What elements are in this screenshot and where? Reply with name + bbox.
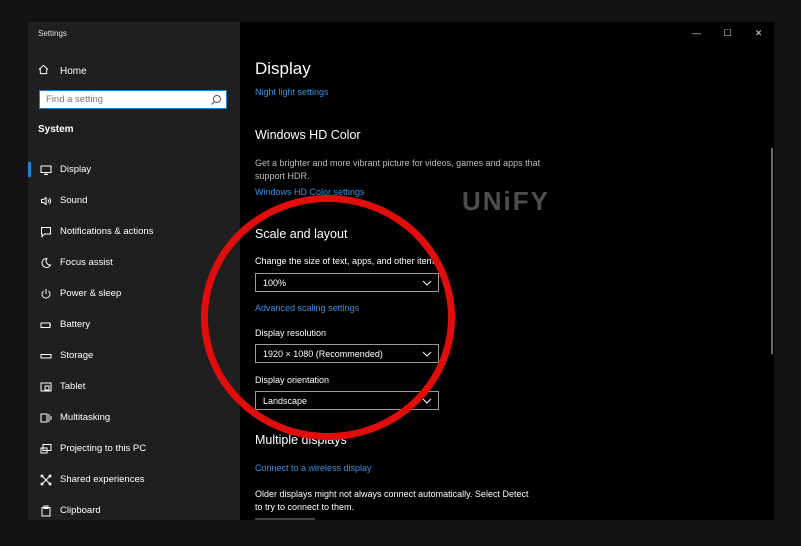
scale-label: Change the size of text, apps, and other…	[255, 256, 439, 266]
sidebar-item-sound[interactable]: Sound	[28, 185, 240, 216]
sidebar-item-label: Display	[60, 164, 92, 175]
orientation-label: Display orientation	[255, 375, 330, 385]
scale-value: 100%	[263, 277, 287, 288]
search-box[interactable]	[39, 90, 227, 109]
sidebar-item-power-sleep[interactable]: Power & sleep	[28, 278, 240, 309]
chevron-down-icon	[422, 398, 432, 404]
sidebar-item-label: Projecting to this PC	[60, 443, 147, 454]
sidebar-item-label: Clipboard	[60, 505, 101, 516]
home-label: Home	[60, 65, 87, 77]
projector-icon	[39, 442, 53, 456]
maximize-button[interactable]: ☐	[712, 22, 743, 44]
close-button[interactable]: ✕	[743, 22, 774, 44]
storage-icon	[39, 349, 53, 363]
hd-color-heading: Windows HD Color	[255, 128, 361, 142]
page-title: Display	[255, 59, 311, 78]
power-icon	[39, 287, 53, 301]
sidebar-item-storage[interactable]: Storage	[28, 340, 240, 371]
resolution-label: Display resolution	[255, 328, 327, 338]
scale-dropdown[interactable]: 100%	[255, 273, 439, 292]
sidebar-item-projecting[interactable]: Projecting to this PC	[28, 433, 240, 464]
sidebar-item-notifications[interactable]: Notifications & actions	[28, 216, 240, 247]
chevron-down-icon	[422, 351, 432, 357]
battery-icon	[39, 318, 53, 332]
multitasking-icon	[39, 411, 53, 425]
shared-icon	[39, 473, 53, 487]
window-title: Settings	[38, 29, 67, 38]
sidebar-item-label: Focus assist	[60, 257, 113, 268]
settings-window: Settings Home System Display Sound	[28, 22, 774, 520]
sidebar-item-battery[interactable]: Battery	[28, 309, 240, 340]
scale-layout-heading: Scale and layout	[255, 227, 348, 241]
sidebar-item-label: Battery	[60, 319, 91, 330]
window-controls: — ☐ ✕	[681, 22, 774, 44]
orientation-dropdown[interactable]: Landscape	[255, 391, 439, 410]
multiple-displays-description: Older displays might not always connect …	[255, 489, 529, 512]
moon-icon	[39, 256, 53, 270]
unify-watermark: UNiFY	[462, 186, 550, 216]
clipboard-icon	[39, 504, 53, 518]
sidebar-item-label: Shared experiences	[60, 474, 145, 485]
sidebar-item-label: Multitasking	[60, 412, 111, 423]
sidebar-nav: Display Sound Notifications & actions Fo…	[28, 154, 240, 520]
search-input[interactable]	[40, 92, 209, 107]
sidebar-item-focus-assist[interactable]: Focus assist	[28, 247, 240, 278]
chevron-down-icon	[422, 280, 432, 286]
resolution-dropdown[interactable]: 1920 × 1080 (Recommended)	[255, 344, 439, 363]
scrollbar[interactable]	[771, 148, 773, 354]
sidebar-item-label: Storage	[60, 350, 94, 361]
sidebar-item-label: Notifications & actions	[60, 226, 154, 237]
sidebar-item-clipboard[interactable]: Clipboard	[28, 495, 240, 520]
main-content: — ☐ ✕ Display Night light settings Windo…	[240, 22, 774, 520]
connect-wireless-display-link[interactable]: Connect to a wireless display	[255, 463, 372, 473]
orientation-value: Landscape	[263, 395, 308, 406]
tablet-icon	[39, 380, 53, 394]
multiple-displays-heading: Multiple displays	[255, 433, 347, 447]
sidebar-item-display[interactable]: Display	[28, 154, 240, 185]
night-light-settings-link[interactable]: Night light settings	[255, 87, 329, 97]
speaker-icon	[39, 194, 53, 208]
sidebar-item-label: Power & sleep	[60, 288, 122, 299]
section-heading-system: System	[38, 124, 74, 135]
resolution-value: 1920 × 1080 (Recommended)	[263, 348, 383, 359]
detect-button[interactable]	[255, 518, 315, 520]
home-icon	[38, 64, 52, 78]
search-icon[interactable]	[209, 93, 223, 107]
advanced-scaling-link[interactable]: Advanced scaling settings	[255, 303, 359, 313]
sidebar-item-label: Sound	[60, 195, 88, 206]
sidebar-item-label: Tablet	[60, 381, 86, 392]
sidebar-item-tablet[interactable]: Tablet	[28, 371, 240, 402]
home-nav-item[interactable]: Home	[38, 64, 87, 78]
hd-color-settings-link[interactable]: Windows HD Color settings	[255, 187, 365, 197]
sidebar-item-shared-experiences[interactable]: Shared experiences	[28, 464, 240, 495]
sidebar-item-multitasking[interactable]: Multitasking	[28, 402, 240, 433]
hd-color-description: Get a brighter and more vibrant picture …	[255, 158, 541, 181]
monitor-icon	[39, 163, 53, 177]
notification-icon	[39, 225, 53, 239]
minimize-button[interactable]: —	[681, 22, 712, 44]
sidebar: Settings Home System Display Sound	[28, 22, 240, 520]
